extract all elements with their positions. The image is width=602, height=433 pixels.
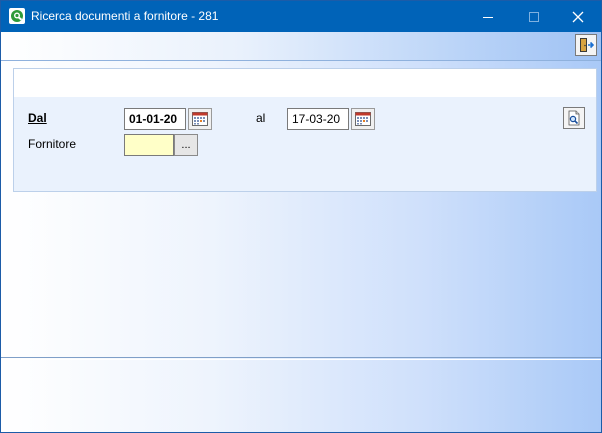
search-document-icon (568, 110, 580, 126)
status-divider (1, 357, 601, 358)
q-logo-icon (9, 8, 25, 24)
close-icon (572, 11, 584, 22)
dal-calendar-button[interactable] (188, 108, 212, 130)
search-panel: Dal al (13, 68, 597, 192)
al-date-input[interactable] (287, 108, 349, 130)
al-label: al (256, 111, 266, 125)
fornitore-label: Fornitore (28, 137, 77, 151)
close-button[interactable] (555, 1, 601, 32)
exit-door-icon (580, 38, 594, 52)
fornitore-input[interactable] (124, 134, 174, 156)
calendar-icon (192, 112, 208, 126)
calendar-icon (355, 112, 371, 126)
panel-header (14, 69, 596, 97)
maximize-icon (529, 11, 539, 22)
minimize-icon (483, 16, 493, 18)
toolbar (1, 32, 601, 61)
fornitore-lookup-button[interactable]: ... (174, 134, 198, 156)
status-divider-highlight (1, 359, 601, 360)
maximize-button[interactable] (511, 1, 557, 32)
exit-button[interactable] (575, 34, 597, 56)
title-bar[interactable]: Ricerca documenti a fornitore - 281 (1, 1, 601, 32)
minimize-button[interactable] (465, 1, 511, 32)
al-calendar-button[interactable] (351, 108, 375, 130)
dal-date-input[interactable] (124, 108, 186, 130)
search-button[interactable] (563, 107, 585, 129)
dal-label: Dal (28, 111, 47, 125)
window-title: Ricerca documenti a fornitore - 281 (31, 9, 219, 23)
window: Ricerca documenti a fornitore - 281 Dal … (0, 0, 602, 433)
